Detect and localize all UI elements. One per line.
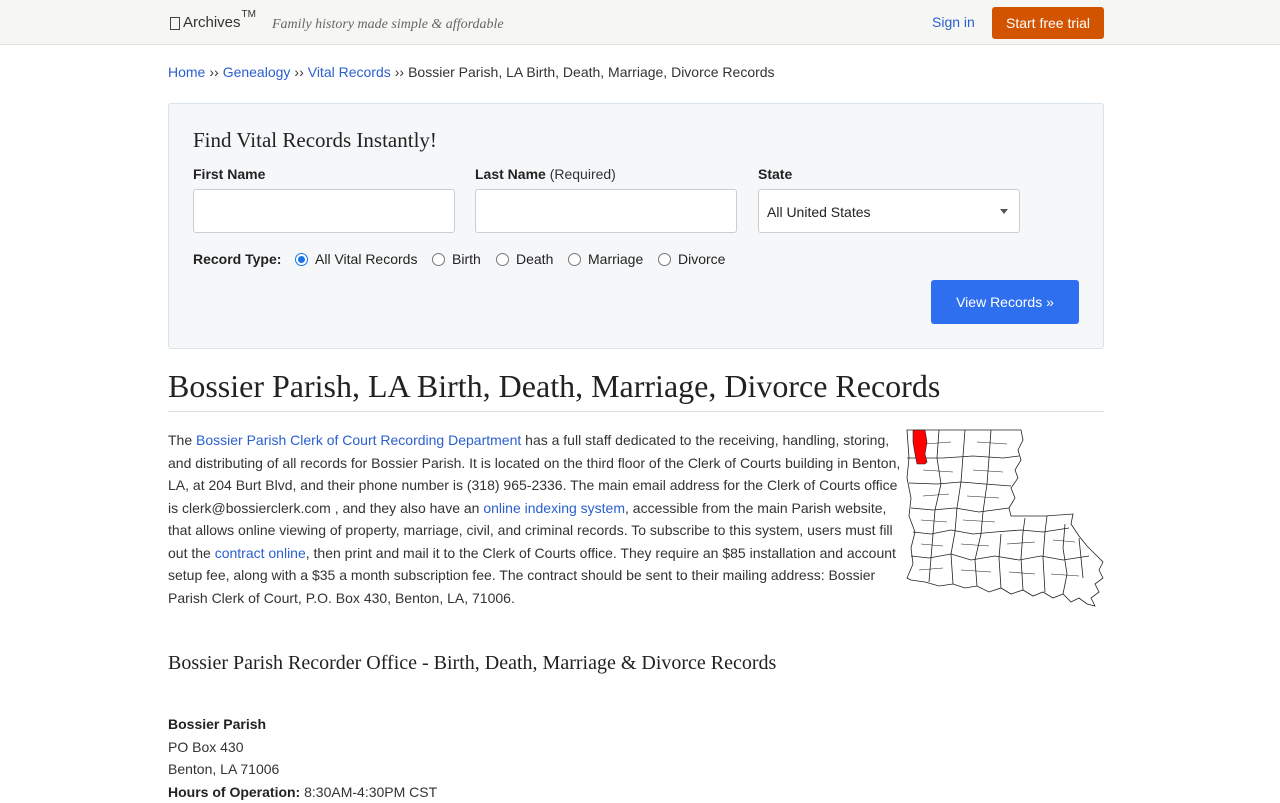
breadcrumb-vital-records[interactable]: Vital Records bbox=[308, 64, 391, 80]
radio-marriage[interactable]: Marriage bbox=[568, 251, 643, 267]
hours-value: 8:30AM-4:30PM CST bbox=[304, 783, 438, 800]
hours-label: Hours of Operation: bbox=[168, 783, 301, 800]
title-divider bbox=[168, 411, 1104, 412]
logo-trademark: TM bbox=[241, 9, 256, 20]
radio-divorce[interactable]: Divorce bbox=[658, 251, 725, 267]
breadcrumb-separator: ›› bbox=[209, 64, 219, 80]
radio-icon[interactable] bbox=[432, 252, 445, 266]
radio-label: Death bbox=[516, 251, 554, 267]
recorder-office-heading: Bossier Parish Recorder Office - Birth, … bbox=[168, 652, 777, 674]
tagline: Family history made simple & affordable bbox=[272, 17, 504, 32]
search-panel-title: Find Vital Records Instantly! bbox=[193, 128, 437, 152]
record-type-label: Record Type: bbox=[193, 251, 282, 267]
radio-selected-icon[interactable] bbox=[295, 252, 308, 266]
first-name-input[interactable] bbox=[193, 189, 455, 233]
chevron-down-icon bbox=[1000, 209, 1008, 214]
radio-label: Marriage bbox=[588, 251, 644, 267]
office-address: Bossier Parish PO Box 430 Benton, LA 710… bbox=[168, 713, 437, 803]
online-indexing-link[interactable]: online indexing system bbox=[483, 500, 625, 516]
search-panel: Find Vital Records Instantly! First Name… bbox=[168, 103, 1104, 349]
radio-all-vital-records[interactable]: All Vital Records bbox=[295, 251, 417, 267]
breadcrumb: Home ›› Genealogy ›› Vital Records ›› Bossier … bbox=[168, 64, 775, 80]
state-select[interactable]: All United States bbox=[758, 189, 1020, 233]
address-line-1: PO Box 430 bbox=[168, 738, 244, 755]
page-title: Bossier Parish, LA Birth, Death, Marriag… bbox=[168, 368, 941, 404]
radio-icon[interactable] bbox=[568, 252, 581, 266]
logo-icon bbox=[170, 17, 180, 30]
address-line-2: Benton, LA 71006 bbox=[168, 761, 280, 778]
radio-icon[interactable] bbox=[658, 252, 671, 266]
intro-paragraph: The Bossier Parish Clerk of Court Record… bbox=[168, 432, 901, 606]
radio-label: Birth bbox=[452, 251, 481, 267]
last-name-label: Last Name (Required) bbox=[475, 166, 616, 182]
state-select-value: All United States bbox=[767, 204, 871, 220]
contract-online-link[interactable]: contract online bbox=[215, 545, 306, 561]
state-label: State bbox=[758, 166, 793, 182]
required-note: (Required) bbox=[549, 166, 616, 182]
radio-label: All Vital Records bbox=[315, 251, 418, 267]
louisiana-parish-map bbox=[906, 429, 1104, 607]
sign-in-link[interactable]: Sign in bbox=[932, 14, 975, 30]
logo-text: Archives bbox=[183, 14, 241, 31]
breadcrumb-genealogy[interactable]: Genealogy bbox=[223, 64, 291, 80]
view-records-button[interactable]: View Records » bbox=[931, 280, 1079, 324]
site-logo[interactable]: Archives TM bbox=[170, 9, 256, 31]
start-free-trial-button[interactable]: Start free trial bbox=[992, 7, 1104, 39]
breadcrumb-current: Bossier Parish, LA Birth, Death, Marriag… bbox=[408, 64, 775, 80]
radio-label: Divorce bbox=[678, 251, 726, 267]
breadcrumb-separator: ›› bbox=[294, 64, 304, 80]
radio-icon[interactable] bbox=[496, 252, 509, 266]
breadcrumb-separator: ›› bbox=[394, 64, 405, 80]
first-name-label: First Name bbox=[193, 166, 266, 182]
office-name: Bossier Parish bbox=[168, 716, 267, 732]
radio-birth[interactable]: Birth bbox=[432, 251, 481, 267]
breadcrumb-home[interactable]: Home bbox=[168, 64, 205, 80]
radio-death[interactable]: Death bbox=[496, 251, 553, 267]
top-bar: Archives TM Family history made simple &… bbox=[0, 0, 1280, 45]
clerk-of-court-link[interactable]: Bossier Parish Clerk of Court Recording … bbox=[196, 432, 521, 448]
last-name-input[interactable] bbox=[475, 189, 737, 233]
